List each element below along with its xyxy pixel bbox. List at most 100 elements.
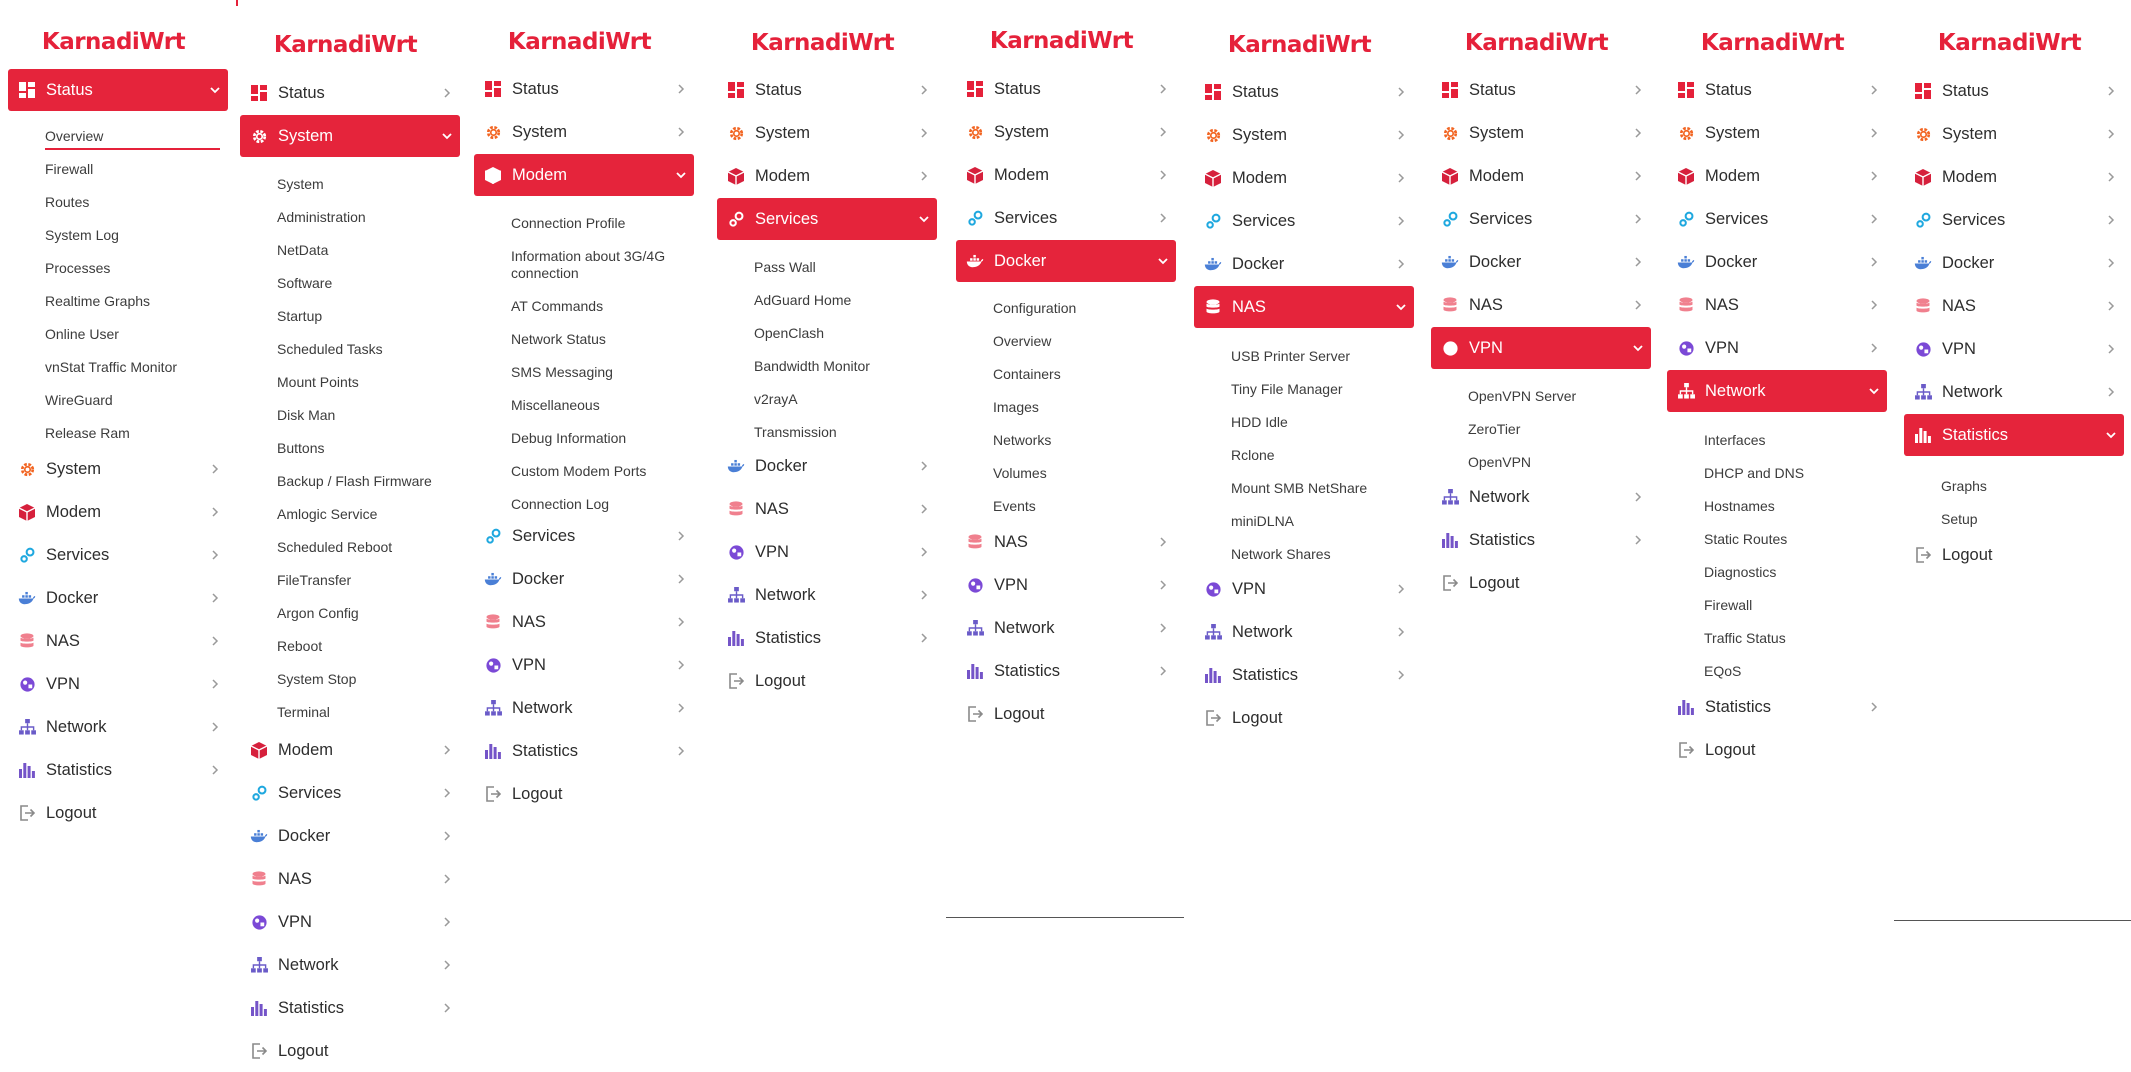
menu-item-vpn[interactable]: VPN	[1667, 327, 1887, 369]
menu-item-services[interactable]: Services	[956, 197, 1176, 239]
menu-item-vpn[interactable]: VPN	[474, 644, 694, 686]
menu-item-system[interactable]: System	[8, 448, 228, 490]
menu-item-statistics[interactable]: Statistics	[1194, 654, 1414, 696]
submenu-item[interactable]: Containers	[993, 362, 1061, 386]
menu-item-modem[interactable]: Modem	[1904, 156, 2124, 198]
menu-item-docker[interactable]: Docker	[1904, 242, 2124, 284]
submenu-item[interactable]: Pass Wall	[754, 255, 816, 279]
submenu-item[interactable]: v2rayA	[754, 387, 798, 411]
menu-item-logout[interactable]: Logout	[1667, 729, 1887, 771]
submenu-item[interactable]: WireGuard	[45, 388, 113, 412]
submenu-item[interactable]: OpenClash	[754, 321, 824, 345]
submenu-item[interactable]: Configuration	[993, 296, 1076, 320]
brand-logo[interactable]: KarnadiWrt	[709, 29, 936, 57]
submenu-item[interactable]: EQoS	[1704, 659, 1741, 683]
submenu-item[interactable]: vnStat Traffic Monitor	[45, 355, 177, 379]
submenu-item[interactable]: Networks	[993, 428, 1051, 452]
menu-item-docker[interactable]: Docker	[717, 445, 937, 487]
menu-item-system[interactable]: System	[240, 115, 460, 157]
menu-item-vpn[interactable]: VPN	[717, 531, 937, 573]
menu-item-docker[interactable]: Docker	[474, 558, 694, 600]
menu-item-nas[interactable]: NAS	[240, 858, 460, 900]
menu-item-statistics[interactable]: Statistics	[1667, 686, 1887, 728]
submenu-item[interactable]: Traffic Status	[1704, 626, 1786, 650]
menu-item-nas[interactable]: NAS	[1431, 284, 1651, 326]
submenu-item[interactable]: Overview	[993, 329, 1051, 353]
submenu-item[interactable]: Interfaces	[1704, 428, 1765, 452]
menu-item-status[interactable]: Status	[1194, 71, 1414, 113]
menu-item-network[interactable]: Network	[8, 706, 228, 748]
menu-item-system[interactable]: System	[474, 111, 694, 153]
menu-item-statistics[interactable]: Statistics	[1904, 414, 2124, 456]
brand-logo[interactable]: KarnadiWrt	[466, 28, 693, 56]
menu-item-docker[interactable]: Docker	[1667, 241, 1887, 283]
menu-item-status[interactable]: Status	[1904, 70, 2124, 112]
submenu-item[interactable]: Backup / Flash Firmware	[277, 469, 432, 493]
submenu-item[interactable]: NetData	[277, 238, 328, 262]
menu-item-vpn[interactable]: VPN	[240, 901, 460, 943]
menu-item-system[interactable]: System	[1194, 114, 1414, 156]
submenu-item[interactable]: Setup	[1941, 507, 1978, 531]
submenu-item[interactable]: Firewall	[1704, 593, 1752, 617]
submenu-item[interactable]: Software	[277, 271, 332, 295]
submenu-item[interactable]: Debug Information	[511, 426, 626, 450]
submenu-item[interactable]: Transmission	[754, 420, 837, 444]
submenu-item[interactable]: Bandwidth Monitor	[754, 354, 870, 378]
submenu-item[interactable]: Overview	[45, 124, 220, 150]
submenu-item[interactable]: AdGuard Home	[754, 288, 851, 312]
submenu-item[interactable]: Custom Modem Ports	[511, 459, 646, 483]
submenu-item[interactable]: Tiny File Manager	[1231, 377, 1343, 401]
submenu-item[interactable]: System Stop	[277, 667, 356, 691]
menu-item-network[interactable]: Network	[1431, 476, 1651, 518]
brand-logo[interactable]: KarnadiWrt	[948, 27, 1175, 55]
menu-item-logout[interactable]: Logout	[717, 660, 937, 702]
submenu-item[interactable]: Scheduled Reboot	[277, 535, 392, 559]
menu-item-services[interactable]: Services	[717, 198, 937, 240]
menu-item-network[interactable]: Network	[1904, 371, 2124, 413]
menu-item-modem[interactable]: Modem	[1431, 155, 1651, 197]
submenu-item[interactable]: Hostnames	[1704, 494, 1775, 518]
submenu-item[interactable]: System	[277, 172, 324, 196]
submenu-item[interactable]: Startup	[277, 304, 322, 328]
submenu-item[interactable]: DHCP and DNS	[1704, 461, 1804, 485]
submenu-item[interactable]: Mount SMB NetShare	[1231, 476, 1367, 500]
submenu-item[interactable]: System Log	[45, 223, 119, 247]
submenu-item[interactable]: HDD Idle	[1231, 410, 1288, 434]
submenu-item[interactable]: Terminal	[277, 700, 330, 724]
menu-item-logout[interactable]: Logout	[474, 773, 694, 815]
menu-item-nas[interactable]: NAS	[8, 620, 228, 662]
submenu-item[interactable]: OpenVPN	[1468, 450, 1531, 474]
submenu-item[interactable]: Connection Log	[511, 492, 609, 516]
menu-item-network[interactable]: Network	[240, 944, 460, 986]
brand-logo[interactable]: KarnadiWrt	[1896, 29, 2123, 57]
submenu-item[interactable]: Amlogic Service	[277, 502, 377, 526]
brand-logo[interactable]: KarnadiWrt	[0, 28, 227, 56]
menu-item-status[interactable]: Status	[1431, 69, 1651, 111]
menu-item-vpn[interactable]: VPN	[8, 663, 228, 705]
submenu-item[interactable]: AT Commands	[511, 294, 603, 318]
menu-item-services[interactable]: Services	[1904, 199, 2124, 241]
menu-item-system[interactable]: System	[1667, 112, 1887, 154]
menu-item-vpn[interactable]: VPN	[1431, 327, 1651, 369]
menu-item-vpn[interactable]: VPN	[1194, 568, 1414, 610]
menu-item-modem[interactable]: Modem	[717, 155, 937, 197]
submenu-item[interactable]: Realtime Graphs	[45, 289, 150, 313]
menu-item-system[interactable]: System	[1431, 112, 1651, 154]
menu-item-nas[interactable]: NAS	[1667, 284, 1887, 326]
menu-item-docker[interactable]: Docker	[1194, 243, 1414, 285]
menu-item-statistics[interactable]: Statistics	[717, 617, 937, 659]
brand-logo[interactable]: KarnadiWrt	[1186, 31, 1413, 59]
submenu-item[interactable]: Information about 3G/4G connection	[511, 248, 681, 281]
submenu-item[interactable]: Connection Profile	[511, 211, 625, 235]
menu-item-services[interactable]: Services	[240, 772, 460, 814]
submenu-item[interactable]: Argon Config	[277, 601, 359, 625]
menu-item-status[interactable]: Status	[240, 72, 460, 114]
menu-item-modem[interactable]: Modem	[956, 154, 1176, 196]
submenu-item[interactable]: USB Printer Server	[1231, 344, 1350, 368]
menu-item-statistics[interactable]: Statistics	[8, 749, 228, 791]
menu-item-nas[interactable]: NAS	[1904, 285, 2124, 327]
menu-item-logout[interactable]: Logout	[1904, 534, 2124, 576]
menu-item-statistics[interactable]: Statistics	[1431, 519, 1651, 561]
menu-item-docker[interactable]: Docker	[956, 240, 1176, 282]
submenu-item[interactable]: Administration	[277, 205, 366, 229]
